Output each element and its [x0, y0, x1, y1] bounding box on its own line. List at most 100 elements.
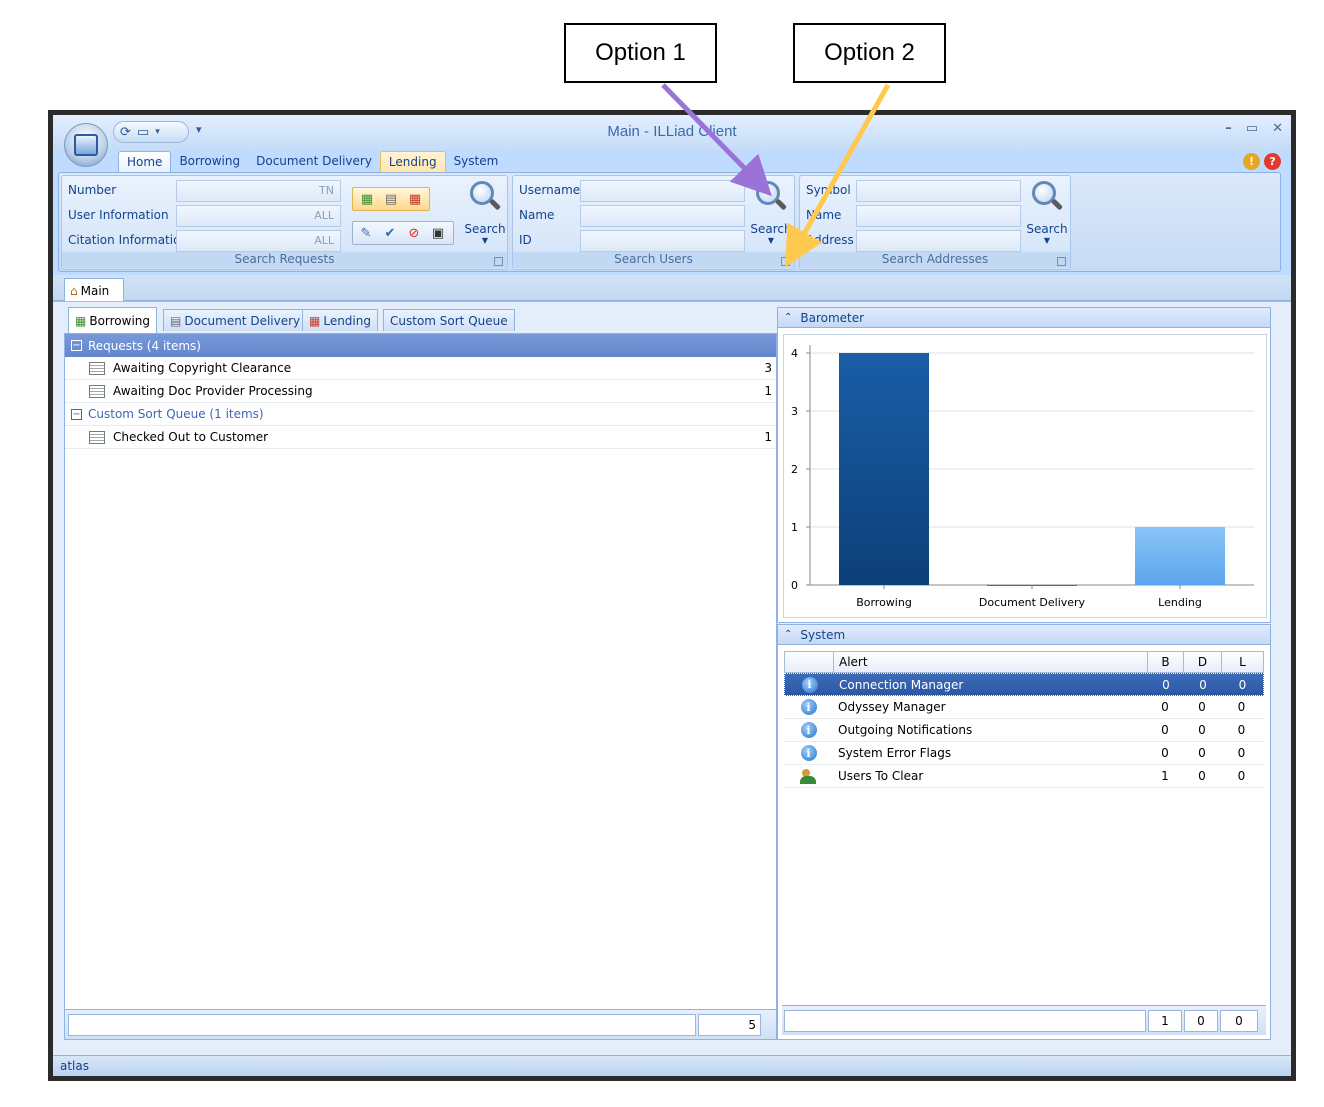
title-bar: ⟳ ▭ ▾ ▾ Main - ILLiad Client – ▭ ✕ [53, 115, 1291, 151]
number-label: Number [68, 183, 117, 197]
system-pane: ⌃ System Alert B D L i Connection Manager… [777, 624, 1271, 1040]
tab-document-delivery-queue[interactable]: ▤ Document Delivery [163, 309, 308, 331]
search-icon [754, 180, 788, 218]
search-users-group-label: Search Users [513, 252, 794, 268]
address-label: Address [806, 233, 854, 247]
list-item[interactable]: Awaiting Doc Provider Processing 1 [65, 380, 776, 403]
id-label: ID [519, 233, 532, 247]
search-users-button[interactable]: Search ▼ [749, 180, 793, 250]
system-header[interactable]: ⌃ System [778, 625, 1270, 645]
search-addresses-button[interactable]: Search ▼ [1025, 180, 1069, 250]
user-information-field[interactable]: ALL [176, 205, 341, 227]
alert-cell: Connection Manager [839, 677, 964, 692]
search-users-group: Username Name ID Search ▼ Search Users [512, 175, 795, 270]
table-row[interactable]: i System Error Flags 0 0 0 [784, 742, 1264, 765]
window-title: Main - ILLiad Client [607, 123, 737, 140]
d-column-header[interactable]: D [1184, 652, 1222, 672]
tab-document-delivery[interactable]: Document Delivery [248, 151, 380, 173]
icon-column-header[interactable] [785, 652, 834, 672]
queue-tabs: ▦ Borrowing ▤ Document Delivery ▦ Lendin… [64, 307, 777, 333]
tab-main[interactable]: ⌂ Main [64, 278, 124, 302]
queue-panel: ▦ Borrowing ▤ Document Delivery ▦ Lendin… [64, 307, 777, 1040]
search-requests-dialog-launcher[interactable] [494, 257, 503, 266]
print-icon[interactable]: ▣ [428, 223, 448, 243]
alert-icon[interactable]: ! [1243, 153, 1260, 170]
address-field[interactable] [856, 230, 1021, 252]
id-field[interactable] [580, 230, 745, 252]
number-field[interactable]: TN [176, 180, 341, 202]
username-field[interactable] [580, 180, 745, 202]
application-menu-button[interactable] [64, 123, 108, 167]
minimize-button[interactable]: – [1225, 121, 1232, 136]
d-cell: 0 [1198, 723, 1206, 737]
info-icon: i [800, 722, 817, 738]
d-cell: 0 [1198, 700, 1206, 714]
barometer-pane: ⌃ Barometer 0 1 2 3 4 Borrowing Document Deliv… [777, 307, 1271, 623]
cancel-icon[interactable]: ⊘ [404, 223, 424, 243]
search-users-dialog-launcher[interactable] [781, 257, 790, 266]
close-button[interactable]: ✕ [1272, 121, 1283, 136]
table-row[interactable]: i Odyssey Manager 0 0 0 [784, 696, 1264, 719]
y-tick-label: 4 [791, 347, 798, 360]
search-addresses-group-label: Search Addresses [800, 252, 1070, 268]
b-cell: 0 [1161, 723, 1169, 737]
table-row[interactable]: Users To Clear 1 0 0 [784, 765, 1264, 788]
tab-borrowing[interactable]: Borrowing [171, 151, 248, 173]
tab-system[interactable]: System [446, 151, 507, 173]
help-icon[interactable]: ? [1264, 153, 1281, 170]
queue-list: − Requests (4 items) Awaiting Copyright … [64, 333, 777, 1040]
b-cell: 0 [1161, 700, 1169, 714]
b-column-header[interactable]: B [1148, 652, 1184, 672]
tab-lending[interactable]: Lending [379, 151, 446, 173]
borrowing-icon: ▦ [75, 313, 87, 328]
document-delivery-icon[interactable]: ▤ [381, 189, 401, 209]
alert-column-header[interactable]: Alert [834, 652, 1148, 672]
maximize-button[interactable]: ▭ [1246, 121, 1258, 136]
user-information-label: User Information [68, 208, 169, 222]
total-b: 1 [1148, 1010, 1182, 1032]
list-item[interactable]: Awaiting Copyright Clearance 3 [65, 357, 776, 380]
tab-custom-sort-queue[interactable]: Custom Sort Queue [383, 309, 515, 331]
search-requests-button[interactable]: Search ▼ [463, 180, 507, 250]
search-addresses-dialog-launcher[interactable] [1057, 257, 1066, 266]
requests-group-row[interactable]: − Requests (4 items) [65, 334, 776, 357]
illiad-client-window: ⟳ ▭ ▾ ▾ Main - ILLiad Client – ▭ ✕ Home … [48, 110, 1296, 1081]
collapse-icon[interactable]: − [71, 408, 82, 420]
chevron-up-icon[interactable]: ⌃ [784, 629, 792, 640]
tab-home[interactable]: Home [118, 151, 172, 173]
b-cell: 0 [1161, 746, 1169, 760]
symbol-field[interactable] [856, 180, 1021, 202]
document-tab-strip: ⌂ Main [53, 275, 1291, 302]
lending-request-icon[interactable]: ▦ [405, 189, 425, 209]
borrowing-request-icon[interactable]: ▦ [357, 189, 377, 209]
citation-information-field[interactable]: ALL [176, 230, 341, 252]
y-tick-label: 3 [791, 405, 798, 418]
alert-cell: Users To Clear [838, 769, 924, 783]
alert-cell: Odyssey Manager [838, 700, 946, 714]
chevron-up-icon[interactable]: ⌃ [784, 312, 792, 323]
l-cell: 0 [1237, 746, 1246, 760]
l-column-header[interactable]: L [1222, 652, 1263, 672]
edit-icon[interactable]: ✎ [356, 223, 376, 243]
collapse-icon[interactable]: − [71, 340, 82, 351]
search-icon [468, 180, 502, 218]
b-cell: 1 [1161, 769, 1169, 783]
bar-lending [1135, 527, 1225, 585]
citation-information-label: Citation Information [68, 233, 189, 247]
check-icon[interactable]: ✔ [380, 223, 400, 243]
table-row[interactable]: i Connection Manager 0 0 0 [784, 673, 1264, 696]
request-action-buttons: ✎ ✔ ⊘ ▣ [352, 221, 454, 245]
custom-sort-queue-group-row[interactable]: − Custom Sort Queue (1 items) [65, 403, 776, 426]
option-1-callout: Option 1 [564, 23, 717, 83]
address-name-field[interactable] [856, 205, 1021, 227]
table-row[interactable]: i Outgoing Notifications 0 0 0 [784, 719, 1264, 742]
app-logo-icon [74, 134, 98, 156]
name-field[interactable] [580, 205, 745, 227]
main-content: ▦ Borrowing ▤ Document Delivery ▦ Lendin… [53, 301, 1291, 1055]
list-item[interactable]: Checked Out to Customer 1 [65, 426, 776, 449]
tab-lending-queue[interactable]: ▦ Lending [302, 309, 378, 331]
barometer-header[interactable]: ⌃ Barometer [778, 308, 1270, 328]
tab-borrowing-queue[interactable]: ▦ Borrowing [68, 307, 158, 333]
queue-footer-blank [68, 1014, 696, 1036]
x-tick-label: Document Delivery [979, 596, 1086, 609]
